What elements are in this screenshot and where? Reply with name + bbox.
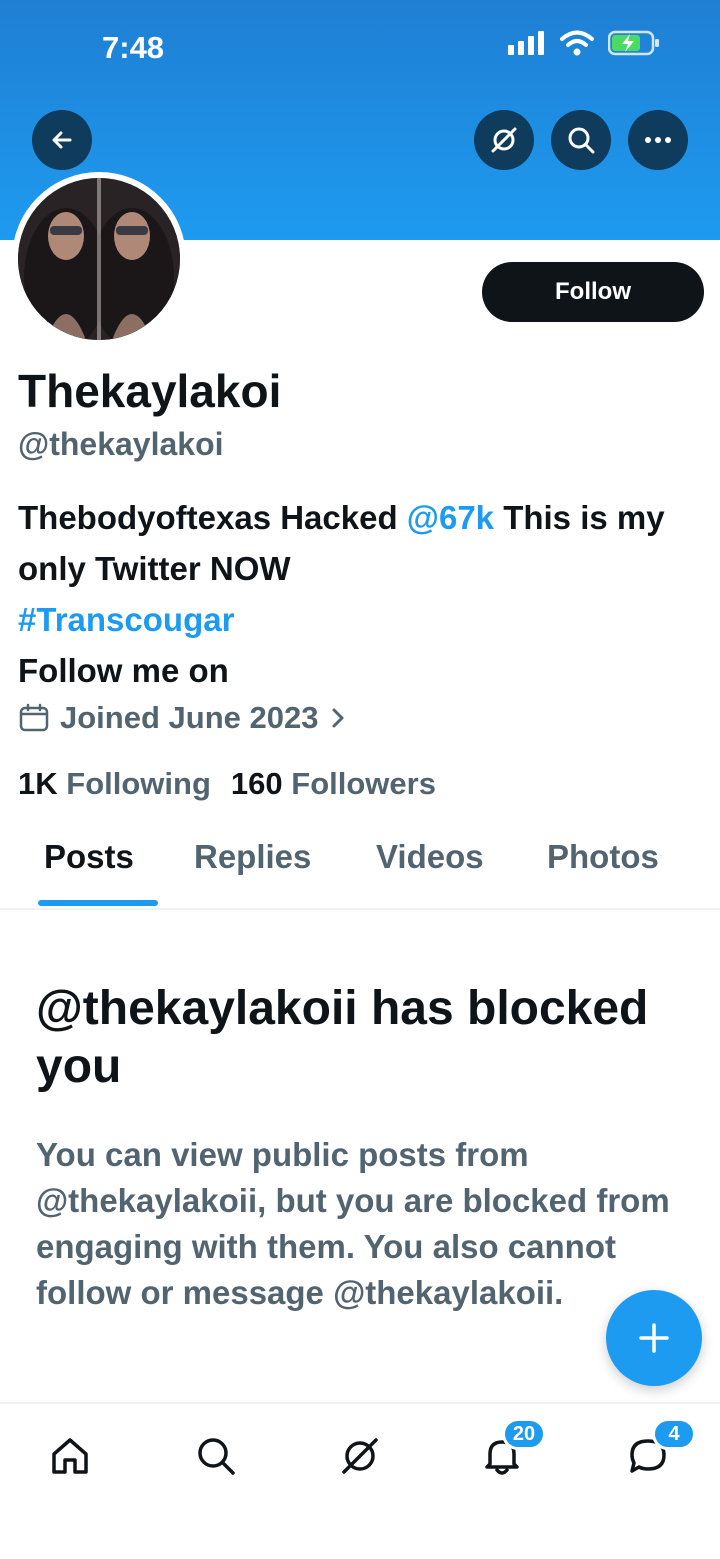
tab-replies[interactable]: Replies	[194, 838, 311, 876]
battery-icon	[608, 30, 659, 56]
follow-button[interactable]: Follow	[482, 262, 704, 322]
compose-button[interactable]	[606, 1290, 702, 1386]
nav-search[interactable]	[186, 1426, 246, 1486]
tab-videos[interactable]: Videos	[376, 838, 484, 876]
bio-hashtag-link[interactable]: #Transcougar	[18, 601, 234, 638]
following-link[interactable]: 1K Following	[18, 766, 211, 802]
active-tab-indicator	[38, 900, 158, 906]
grok-icon	[342, 1438, 378, 1474]
display-name: Thekaylakoi	[18, 365, 282, 417]
blocked-description: You can view public posts from @thekayla…	[36, 1136, 670, 1311]
status-time: 7:48	[102, 30, 165, 65]
wifi-icon	[560, 30, 594, 56]
blocked-title: @thekaylakoii has blocked you	[36, 982, 649, 1093]
search-icon	[198, 1438, 235, 1475]
search-button[interactable]	[551, 110, 611, 170]
following-label: Following	[66, 766, 211, 801]
following-count: 1K	[18, 766, 58, 801]
bio-text: Follow me on	[18, 652, 229, 689]
nav-grok[interactable]	[330, 1426, 390, 1486]
signal-icon	[508, 31, 544, 55]
follow-stats: 1K Following 160 Followers	[18, 766, 436, 802]
bio-text: Thebodyoftexas Hacked	[18, 499, 407, 536]
status-icons	[508, 30, 660, 56]
messages-badge: 4	[652, 1418, 696, 1450]
avatar[interactable]	[12, 172, 186, 346]
followers-link[interactable]: 160 Followers	[231, 766, 436, 802]
profile-bio: Thebodyoftexas Hacked @67k This is my on…	[18, 492, 708, 696]
avatar-image	[18, 178, 180, 340]
grok-icon	[491, 127, 517, 153]
plus-icon	[639, 1323, 669, 1353]
more-button[interactable]	[628, 110, 688, 170]
joined-text: Joined June 2023	[60, 700, 319, 735]
back-button[interactable]	[32, 110, 92, 170]
user-handle: @thekaylakoi	[18, 426, 224, 462]
search-icon	[568, 127, 595, 154]
notifications-badge: 20	[502, 1418, 546, 1450]
tab-photos[interactable]: Photos	[547, 838, 659, 876]
home-icon	[52, 1438, 88, 1474]
bottom-navigation: 20 4	[0, 1402, 720, 1559]
joined-date[interactable]: Joined June 2023	[18, 700, 348, 736]
grok-button[interactable]	[474, 110, 534, 170]
arrow-left-icon	[52, 131, 72, 149]
nav-messages[interactable]: 4	[618, 1418, 696, 1486]
more-icon	[645, 137, 671, 143]
followers-count: 160	[230, 766, 283, 801]
nav-notifications[interactable]: 20	[472, 1418, 546, 1486]
bio-mention-link[interactable]: @67k	[407, 499, 494, 536]
chevron-right-icon	[332, 708, 344, 728]
followers-label: Followers	[291, 766, 436, 801]
nav-home[interactable]	[40, 1426, 100, 1486]
calendar-icon	[19, 703, 49, 732]
tab-posts[interactable]: Posts	[44, 838, 134, 876]
